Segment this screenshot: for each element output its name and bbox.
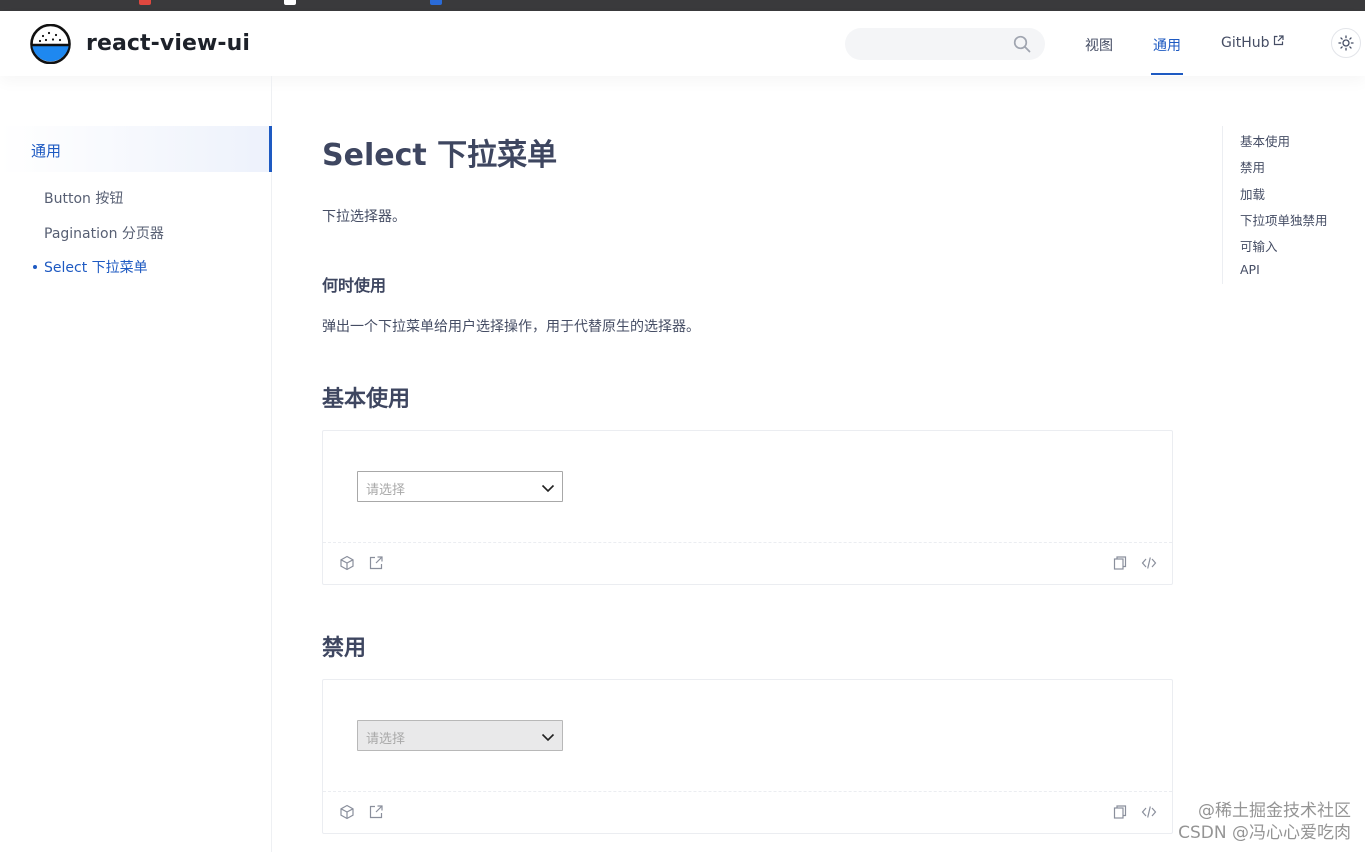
demo-actions-left — [339, 555, 392, 573]
demo-actions-right — [1112, 804, 1157, 822]
demo-actions-left — [339, 804, 392, 822]
demo-card-disabled: 请选择 — [322, 679, 1173, 834]
search-input[interactable] — [845, 28, 1005, 60]
rice-bowl-logo-icon[interactable] — [29, 24, 72, 64]
when-to-use-text: 弹出一个下拉菜单给用户选择操作，用于代替原生的选择器。 — [322, 319, 700, 335]
sun-icon — [1338, 35, 1354, 51]
sidebar: 通用 Button 按钮 Pagination 分页器 Select 下拉菜单 — [0, 76, 272, 852]
open-external-icon[interactable] — [368, 555, 384, 571]
codesandbox-icon[interactable] — [339, 555, 355, 571]
theme-toggle-button[interactable] — [1331, 28, 1361, 58]
chevron-down-icon — [541, 484, 555, 493]
watermark-line-2: CSDN @冯心心爱吃肉 — [1178, 823, 1351, 843]
sidebar-active-bar — [269, 126, 272, 172]
toc-item-option-disabled[interactable]: 下拉项单独禁用 — [1240, 210, 1328, 229]
watermark-line-1: @稀土掘金技术社区 — [1198, 801, 1351, 821]
watermark: @稀土掘金技术社区 CSDN @冯心心爱吃肉 — [1178, 800, 1351, 844]
sidebar-group-general[interactable]: 通用 — [0, 126, 272, 172]
chevron-down-icon — [541, 733, 555, 742]
demo-actions-right — [1112, 555, 1157, 573]
active-dot — [33, 265, 37, 269]
site-title[interactable]: react-view-ui — [86, 31, 250, 56]
code-icon[interactable] — [1141, 555, 1157, 571]
open-external-icon[interactable] — [368, 804, 384, 820]
table-of-contents: 基本使用 禁用 加载 下拉项单独禁用 可输入 API — [1222, 126, 1352, 284]
nav-link-view[interactable]: 视图 — [1085, 35, 1113, 55]
sidebar-item-button[interactable]: Button 按钮 — [44, 188, 123, 208]
page-title: Select 下拉菜单 — [322, 138, 558, 173]
search-bar[interactable] — [845, 28, 1045, 60]
sidebar-group-label: 通用 — [31, 142, 62, 160]
select-dropdown[interactable]: 请选择 — [357, 471, 563, 502]
code-icon[interactable] — [1141, 804, 1157, 820]
browser-tab-marker — [284, 0, 296, 5]
top-navbar: react-view-ui 视图 通用 GitHub — [0, 11, 1365, 76]
browser-tab-marker — [139, 0, 151, 5]
page-intro: 下拉选择器。 — [322, 209, 406, 225]
select-dropdown-disabled: 请选择 — [357, 720, 563, 751]
section-title-basic: 基本使用 — [322, 387, 411, 412]
nav-link-github-label: GitHub — [1221, 35, 1270, 51]
copy-icon[interactable] — [1112, 804, 1128, 820]
select-placeholder: 请选择 — [366, 483, 406, 498]
toc-item-api[interactable]: API — [1240, 262, 1260, 277]
toc-item-input[interactable]: 可输入 — [1240, 236, 1278, 255]
demo-card-basic: 请选择 — [322, 430, 1173, 585]
sidebar-item-select-label: Select 下拉菜单 — [44, 260, 148, 276]
demo-preview: 请选择 — [323, 431, 1172, 543]
nav-link-github[interactable]: GitHub — [1221, 35, 1284, 51]
sidebar-item-pagination[interactable]: Pagination 分页器 — [44, 223, 164, 243]
section-title-disabled: 禁用 — [322, 636, 367, 661]
active-nav-indicator — [1151, 73, 1183, 75]
search-icon[interactable] — [1013, 35, 1031, 53]
when-to-use-title: 何时使用 — [322, 276, 387, 295]
external-link-icon — [1273, 35, 1284, 46]
toc-item-basic[interactable]: 基本使用 — [1240, 131, 1290, 150]
codesandbox-icon[interactable] — [339, 804, 355, 820]
toc-item-loading[interactable]: 加载 — [1240, 184, 1265, 203]
toc-item-disabled[interactable]: 禁用 — [1240, 157, 1265, 176]
demo-preview: 请选择 — [323, 680, 1172, 792]
browser-tab-marker — [430, 0, 442, 5]
copy-icon[interactable] — [1112, 555, 1128, 571]
browser-tab-strip — [0, 0, 1365, 11]
nav-link-general[interactable]: 通用 — [1153, 35, 1181, 55]
select-placeholder: 请选择 — [366, 732, 406, 747]
sidebar-item-select[interactable]: Select 下拉菜单 — [33, 257, 148, 277]
